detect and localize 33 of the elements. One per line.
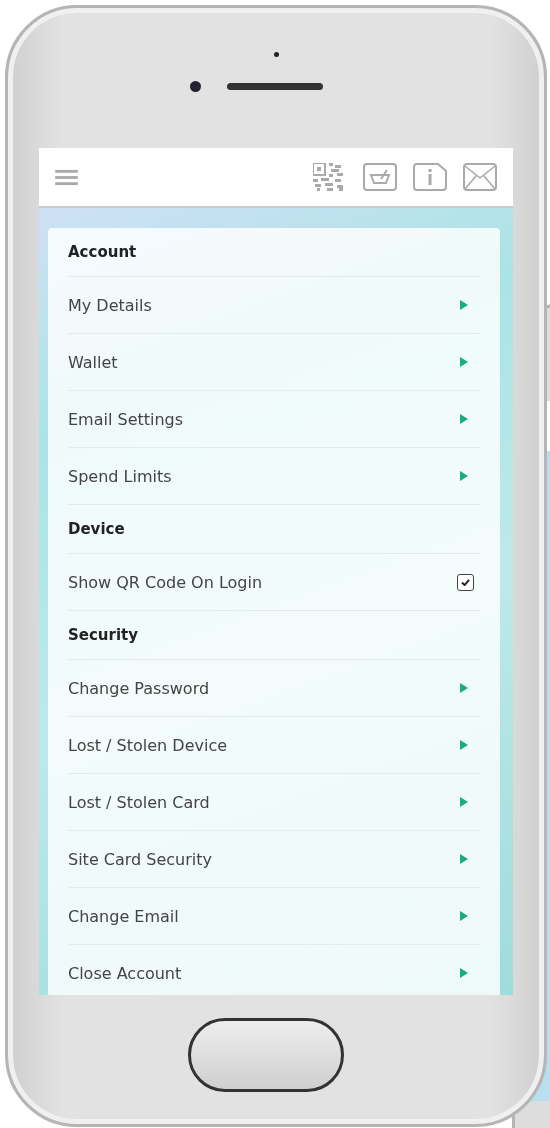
menu-icon[interactable] xyxy=(55,168,78,186)
section-heading: Account xyxy=(68,243,137,261)
mail-icon[interactable] xyxy=(463,163,497,191)
camera-icon xyxy=(189,81,201,92)
menu-item[interactable]: Site Card Security xyxy=(68,849,213,869)
arrow-icon xyxy=(460,414,468,424)
speaker-icon xyxy=(226,83,323,90)
checkbox[interactable] xyxy=(457,573,474,591)
menu-item[interactable]: Email Settings xyxy=(68,409,184,429)
arrow-icon xyxy=(460,683,468,693)
arrow-icon xyxy=(460,471,468,481)
menu-item[interactable]: Lost / Stolen Card xyxy=(68,792,210,812)
arrow-icon xyxy=(460,357,468,367)
arrow-icon xyxy=(460,854,468,864)
menu-item[interactable]: My Details xyxy=(68,295,152,315)
menu-item[interactable]: Wallet xyxy=(68,352,118,372)
section-heading: Device xyxy=(68,520,125,538)
menu-item[interactable]: Change Email xyxy=(68,906,179,926)
arrow-icon xyxy=(460,968,468,978)
info-icon[interactable] xyxy=(413,163,447,191)
arrow-icon xyxy=(460,740,468,750)
checkbox-label: Show QR Code On Login xyxy=(68,572,263,592)
sensor-icon xyxy=(273,52,279,57)
menu-item[interactable]: Lost / Stolen Device xyxy=(68,735,228,755)
checkmark-icon xyxy=(461,578,470,586)
menu-item[interactable]: Change Password xyxy=(68,678,210,698)
menu-item[interactable]: Close Account xyxy=(68,963,182,983)
section-heading: Security xyxy=(68,626,139,644)
arrow-icon xyxy=(460,300,468,310)
arrow-icon xyxy=(460,911,468,921)
arrow-icon xyxy=(460,797,468,807)
menu-item[interactable]: Spend Limits xyxy=(68,466,172,486)
basket-icon[interactable] xyxy=(363,163,397,191)
